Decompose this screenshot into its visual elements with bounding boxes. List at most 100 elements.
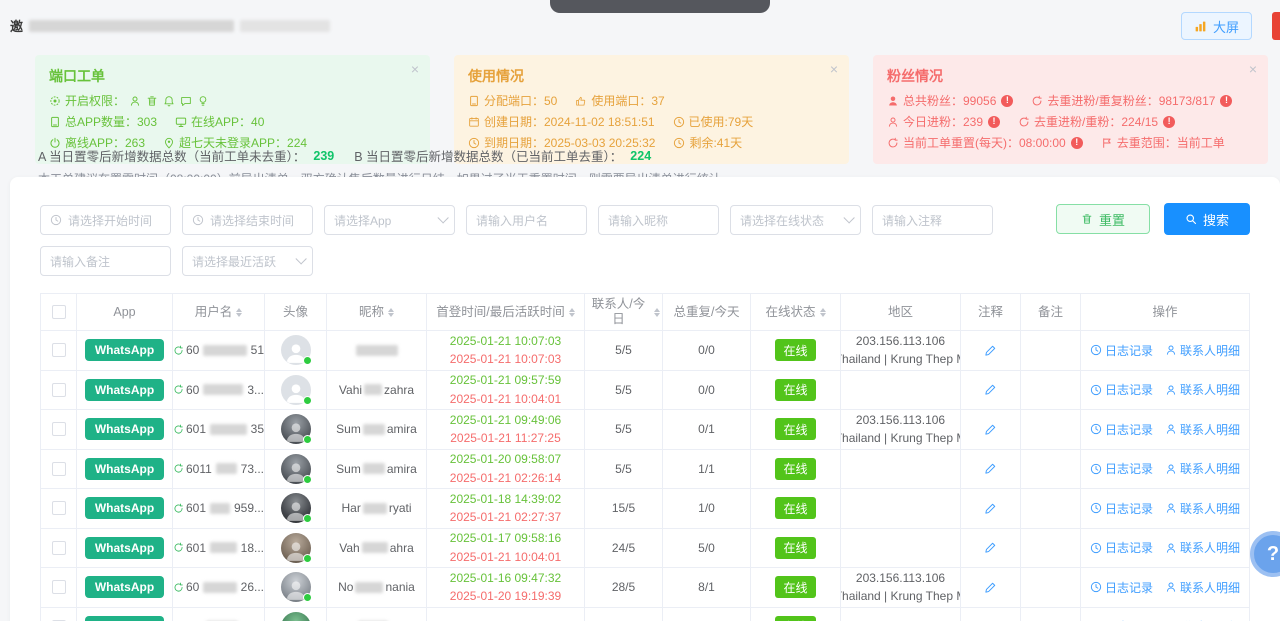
contact-detail-link[interactable]: 联系人明细: [1165, 500, 1240, 517]
sort-icon[interactable]: [236, 308, 242, 317]
edit-annotation-icon[interactable]: [984, 502, 997, 515]
remark-cell: [1021, 608, 1081, 621]
big-screen-button[interactable]: 大屏: [1181, 12, 1252, 40]
remark-cell: [1021, 529, 1081, 568]
page-title-redacted: [29, 20, 234, 32]
user-icon: [1165, 581, 1177, 593]
clock-icon: [1090, 542, 1102, 554]
nickname-cell: Harryati: [327, 489, 427, 528]
contact-detail-link[interactable]: 联系人明细: [1165, 421, 1240, 438]
row-checkbox[interactable]: [52, 343, 66, 357]
select-all-checkbox[interactable]: [52, 305, 66, 319]
avatar: [281, 533, 311, 563]
table-body: WhatsApp 6051 2025-01-21 10:07:032025-01…: [41, 330, 1250, 621]
redacted-nickname: [364, 384, 382, 395]
filter-nickname-input[interactable]: 请输入昵称: [598, 205, 719, 235]
redacted-username: [210, 424, 247, 435]
col-username[interactable]: 用户名: [173, 294, 265, 330]
row-checkbox[interactable]: [52, 462, 66, 476]
filter-remark-input[interactable]: 请输入备注: [40, 246, 171, 276]
redacted-username: [210, 542, 237, 553]
log-record-link[interactable]: 日志记录: [1090, 539, 1153, 556]
filter-annotation-input[interactable]: 请输入注释: [872, 205, 993, 235]
edit-annotation-icon[interactable]: [984, 462, 997, 475]
filter-username-input[interactable]: 请输入用户名: [466, 205, 587, 235]
filter-start-time[interactable]: 请选择开始时间: [40, 205, 171, 235]
sync-icon: [173, 424, 184, 435]
reset-button[interactable]: 重置: [1056, 204, 1150, 234]
close-icon[interactable]: ×: [1249, 62, 1257, 76]
row-checkbox[interactable]: [52, 501, 66, 515]
page-title-char: 邀: [10, 16, 23, 35]
table-row: WhatsApp 60500 Haryati 2025-01-15 20:25:…: [41, 607, 1250, 621]
dedupe-fans: 去重进粉/重复粉丝：98173/817: [1047, 91, 1215, 112]
row-checkbox[interactable]: [52, 580, 66, 594]
user-icon: [887, 116, 899, 128]
actions-cell: 日志记录 联系人明细: [1081, 529, 1250, 568]
last-active-time: 2025-01-21 10:04:01: [450, 548, 561, 567]
edit-annotation-icon[interactable]: [984, 344, 997, 357]
contacts-today-cell: 10/5: [585, 608, 663, 621]
search-button[interactable]: 搜索: [1164, 203, 1250, 235]
sort-icon[interactable]: [820, 308, 826, 317]
clock-icon: [1090, 344, 1102, 356]
chevron-down-icon: [843, 212, 854, 223]
col-online-status[interactable]: 在线状态: [751, 294, 841, 330]
contact-detail-link[interactable]: 联系人明细: [1165, 460, 1240, 477]
close-icon[interactable]: ×: [411, 62, 419, 76]
col-contacts-today[interactable]: 联系人/今日: [585, 294, 663, 330]
clock-icon: [1090, 384, 1102, 396]
row-checkbox[interactable]: [52, 422, 66, 436]
contacts-today-cell: 24/5: [585, 529, 663, 568]
username-cell: 6026...: [173, 568, 265, 607]
edit-annotation-icon[interactable]: [984, 423, 997, 436]
redacted-username: [203, 384, 243, 395]
sort-icon[interactable]: [388, 308, 394, 317]
nickname-cell: Nonania: [327, 568, 427, 607]
contact-detail-link[interactable]: 联系人明细: [1165, 579, 1240, 596]
sort-icon[interactable]: [654, 308, 660, 317]
edge-red-widget[interactable]: [1272, 12, 1280, 40]
filter-end-time[interactable]: 请选择结束时间: [182, 205, 313, 235]
col-nickname[interactable]: 昵称: [327, 294, 427, 330]
filter-app-select[interactable]: 请选择App: [324, 205, 455, 235]
redacted-nickname: [356, 345, 398, 356]
redacted-nickname: [363, 424, 385, 435]
filter-online-status-select[interactable]: 请选择在线状态: [730, 205, 861, 235]
contact-detail-link[interactable]: 联系人明细: [1165, 539, 1240, 556]
filter-recent-active-select[interactable]: 请选择最近活跃: [182, 246, 313, 276]
nickname-cell: Haryati: [327, 608, 427, 621]
log-record-link[interactable]: 日志记录: [1090, 460, 1153, 477]
edit-annotation-icon[interactable]: [984, 581, 997, 594]
edit-annotation-icon[interactable]: [984, 383, 997, 396]
chevron-down-icon: [295, 253, 306, 264]
chart-icon: [1194, 20, 1207, 33]
calendar-icon: [468, 116, 480, 128]
status-badge: 在线: [775, 339, 815, 361]
nickname-cell: Sumamira: [327, 410, 427, 449]
row-checkbox[interactable]: [52, 541, 66, 555]
fullscreen-notice-pill: [550, 0, 770, 13]
card-title: 端口工单: [49, 64, 416, 89]
repeat-today-cell: 0/0: [663, 371, 751, 410]
log-record-link[interactable]: 日志记录: [1090, 421, 1153, 438]
close-icon[interactable]: ×: [830, 62, 838, 76]
log-record-link[interactable]: 日志记录: [1090, 342, 1153, 359]
contact-detail-link[interactable]: 联系人明细: [1165, 381, 1240, 398]
log-record-link[interactable]: 日志记录: [1090, 381, 1153, 398]
refresh-icon: [1018, 116, 1030, 128]
region-cell: [841, 489, 961, 528]
col-first-last-time[interactable]: 首登时间/最后活跃时间: [427, 294, 585, 330]
log-record-link[interactable]: 日志记录: [1090, 579, 1153, 596]
row-checkbox[interactable]: [52, 383, 66, 397]
table-row: WhatsApp 603... Vahizahra 2025-01-21 09:…: [41, 370, 1250, 410]
app-badge: WhatsApp: [85, 616, 164, 621]
actions-cell: 日志记录 联系人明细: [1081, 410, 1250, 449]
main-panel: 请选择开始时间 请选择结束时间 请选择App 请输入用户名 请输入昵称 请选择在…: [10, 177, 1280, 621]
contact-detail-link[interactable]: 联系人明细: [1165, 342, 1240, 359]
edit-annotation-icon[interactable]: [984, 541, 997, 554]
log-record-link[interactable]: 日志记录: [1090, 500, 1153, 517]
status-badge: 在线: [775, 537, 815, 559]
sort-icon[interactable]: [569, 308, 575, 317]
info-icon: [1163, 116, 1175, 128]
